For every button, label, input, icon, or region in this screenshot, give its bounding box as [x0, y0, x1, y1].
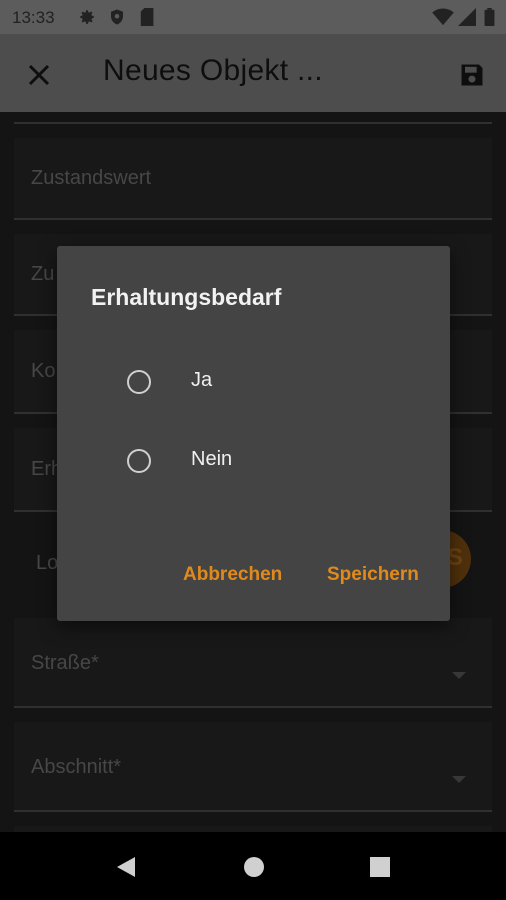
option-nein[interactable]: Nein	[127, 441, 427, 481]
home-icon[interactable]	[243, 856, 265, 878]
shield-icon	[111, 9, 123, 25]
signal-icon	[458, 8, 476, 26]
option-label: Nein	[191, 448, 233, 470]
battery-icon	[484, 8, 495, 26]
navigation-bar	[0, 832, 506, 900]
wifi-icon	[432, 8, 454, 26]
radio-button[interactable]	[127, 370, 151, 394]
option-label: Ja	[191, 369, 213, 391]
status-bar: 13:33	[0, 0, 506, 34]
sd-card-icon	[140, 8, 154, 26]
settings-icon	[80, 10, 94, 24]
recents-icon[interactable]	[369, 856, 391, 878]
status-time: 13:33	[12, 8, 55, 27]
cancel-button[interactable]: Abbrechen	[183, 564, 282, 586]
back-icon[interactable]	[115, 856, 137, 878]
save-button[interactable]: Speichern	[327, 564, 419, 586]
radio-button[interactable]	[127, 449, 151, 473]
option-ja[interactable]: Ja	[127, 362, 427, 402]
erhaltungsbedarf-dialog: Erhaltungsbedarf Ja Nein Abbrechen Speic…	[57, 246, 450, 621]
dialog-title: Erhaltungsbedarf	[91, 284, 282, 310]
